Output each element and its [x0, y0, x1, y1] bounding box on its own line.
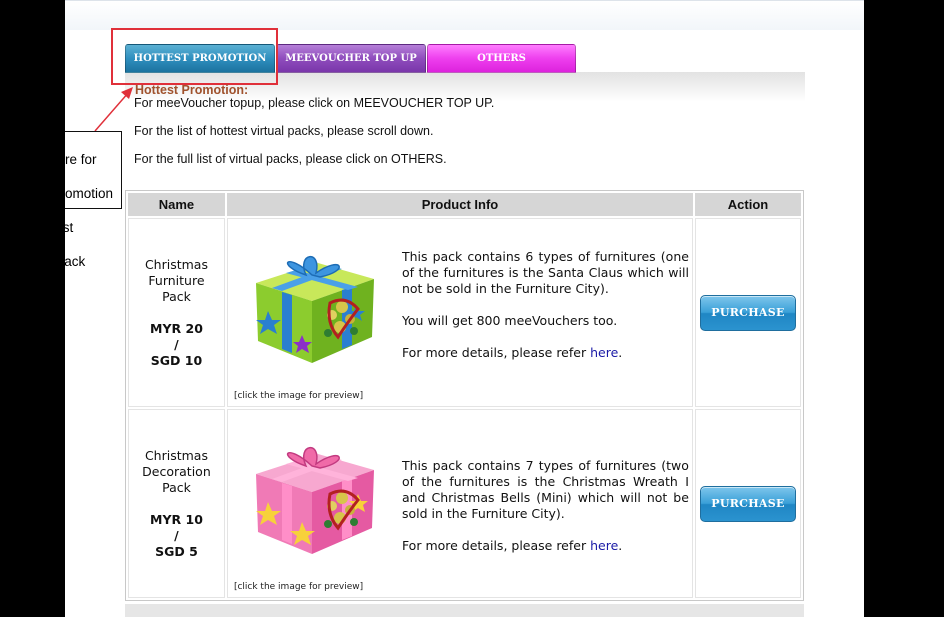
callout-line: or hottest — [65, 220, 74, 235]
tab-meevoucher-top-up[interactable]: MEEVOUCHER TOP UP — [276, 44, 426, 73]
table-bottom-strip — [125, 604, 804, 617]
product-description: This pack contains 7 types of furnitures… — [402, 458, 689, 570]
section-title: Hottest Promotion: — [135, 83, 249, 97]
product-name-cell: Christmas Furniture Pack MYR 20 / SGD 10 — [128, 218, 225, 407]
callout-note: Click here for latest promotion or hotte… — [65, 131, 122, 269]
description-extra: You will get 800 meeVouchers too. — [401, 313, 618, 328]
product-name-line: Pack — [162, 288, 191, 304]
price-separator: / — [174, 527, 179, 543]
preview-note: [click the image for preview] — [233, 391, 364, 401]
preview-note: [click the image for preview] — [233, 582, 364, 592]
price-separator: / — [174, 336, 179, 352]
product-price: MYR 10 / SGD 5 — [129, 512, 224, 560]
page-content: HOTTEST PROMOTION MEEVOUCHER TOP UP OTHE… — [65, 0, 864, 617]
product-name-line: Pack — [162, 479, 191, 495]
details-suffix: . — [618, 538, 623, 553]
purchase-button[interactable]: PURCHASE — [700, 485, 796, 522]
price-sgd: SGD 10 — [150, 352, 203, 368]
product-info-cell: [click the image for preview] This pack … — [226, 218, 693, 407]
intro-line-topup: For meeVoucher topup, please click on ME… — [134, 96, 495, 110]
callout-line: Click here for — [65, 152, 97, 167]
top-banner-strip — [65, 0, 864, 30]
product-info-cell: [click the image for preview] This pack … — [226, 409, 693, 598]
callout-line: latest promotion — [65, 186, 114, 201]
action-cell: PURCHASE — [695, 218, 801, 407]
table-header-row: Name Product Info Action — [128, 193, 801, 216]
price-myr: MYR 20 — [150, 320, 203, 336]
description-text: This pack contains 6 types of furnitures… — [401, 249, 689, 296]
details-link[interactable]: here — [590, 538, 618, 553]
details-prefix: For more details, please refer — [401, 345, 591, 360]
intro-line-hottest: For the list of hottest virtual packs, p… — [134, 124, 434, 138]
product-description: This pack contains 6 types of furnitures… — [402, 249, 689, 377]
details-prefix: For more details, please refer — [401, 538, 591, 553]
table-row: Christmas Furniture Pack MYR 20 / SGD 10 — [128, 218, 801, 407]
product-name-line: Furniture — [148, 272, 205, 288]
purchase-button[interactable]: PURCHASE — [700, 294, 796, 331]
details-link[interactable]: here — [590, 345, 618, 360]
product-price: MYR 20 / SGD 10 — [129, 321, 224, 369]
header-product-info: Product Info — [226, 193, 693, 216]
product-name-cell: Christmas Decoration Pack MYR 10 / SGD 5 — [128, 409, 225, 598]
details-suffix: . — [618, 345, 623, 360]
header-action: Action — [695, 193, 801, 216]
price-myr: MYR 10 — [150, 511, 203, 527]
highlight-box — [111, 28, 278, 85]
description-text: This pack contains 7 types of furnitures… — [401, 458, 689, 521]
tab-others[interactable]: OTHERS — [427, 44, 576, 73]
product-name-line: Christmas — [144, 447, 208, 463]
header-name: Name — [128, 193, 225, 216]
details-line: For more details, please refer here. — [402, 538, 689, 554]
table-row: Christmas Decoration Pack MYR 10 / SGD 5 — [128, 409, 801, 598]
action-cell: PURCHASE — [695, 409, 801, 598]
intro-line-others: For the full list of virtual packs, plea… — [134, 152, 447, 166]
product-name-line: Christmas — [144, 256, 208, 272]
product-table: Name Product Info Action Christmas Furni… — [125, 190, 804, 601]
gift-box-green-image[interactable] — [246, 245, 380, 367]
product-name-line: Decoration — [142, 463, 211, 479]
gift-box-pink-image[interactable] — [246, 436, 380, 558]
details-line: For more details, please refer here. — [402, 345, 689, 361]
price-sgd: SGD 5 — [155, 543, 198, 559]
callout-line: virtual pack — [65, 254, 86, 269]
